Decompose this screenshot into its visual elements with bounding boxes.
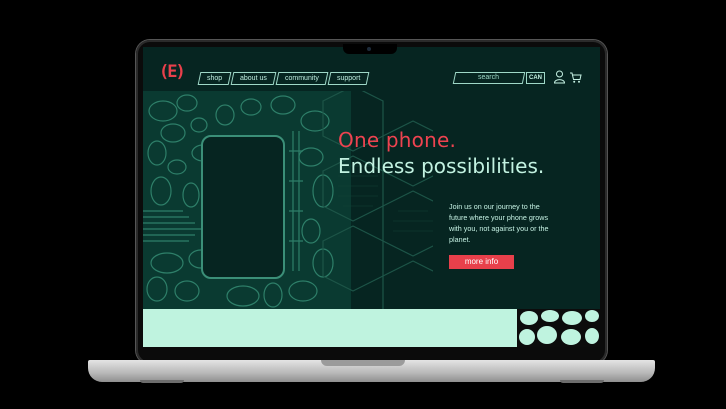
laptop-foot (560, 380, 604, 383)
stage: (E) shop about us community support sear… (0, 0, 726, 409)
hexagon-pattern (322, 91, 433, 309)
hero-headline: One phone. (338, 128, 457, 152)
search-placeholder: search (478, 74, 500, 81)
hero-description: Join us on our journey to the future whe… (449, 202, 549, 244)
user-icon[interactable] (553, 70, 566, 84)
screen: (E) shop about us community support sear… (143, 47, 600, 347)
more-info-button[interactable]: more info (449, 255, 514, 269)
nav-item-community[interactable]: community (275, 72, 329, 85)
laptop-foot (140, 380, 184, 383)
search-input[interactable]: search (452, 72, 526, 84)
nav-item-label: support (336, 75, 361, 82)
next-section-strip (143, 309, 600, 347)
camera-notch (343, 44, 397, 54)
language-button[interactable]: CAN (526, 72, 545, 84)
cell-pattern (517, 309, 600, 347)
brand-logo[interactable]: (E) (159, 62, 189, 82)
nav-item-support[interactable]: support (327, 72, 370, 85)
nav-item-label: about us (240, 75, 268, 82)
cart-icon[interactable] (569, 70, 582, 84)
hero-section: One phone. Endless possibilities. Join u… (143, 91, 600, 309)
nav-item-label: shop (207, 75, 223, 82)
phone-placeholder (201, 135, 285, 279)
nav-item-about-us[interactable]: about us (230, 72, 277, 85)
hero-subheadline: Endless possibilities. (338, 154, 545, 178)
trackpad-notch (321, 360, 405, 366)
nav-item-label: community (285, 75, 319, 82)
nav-item-shop[interactable]: shop (197, 72, 232, 85)
main-nav: shop about us community support (197, 72, 370, 85)
camera-icon (367, 47, 371, 51)
